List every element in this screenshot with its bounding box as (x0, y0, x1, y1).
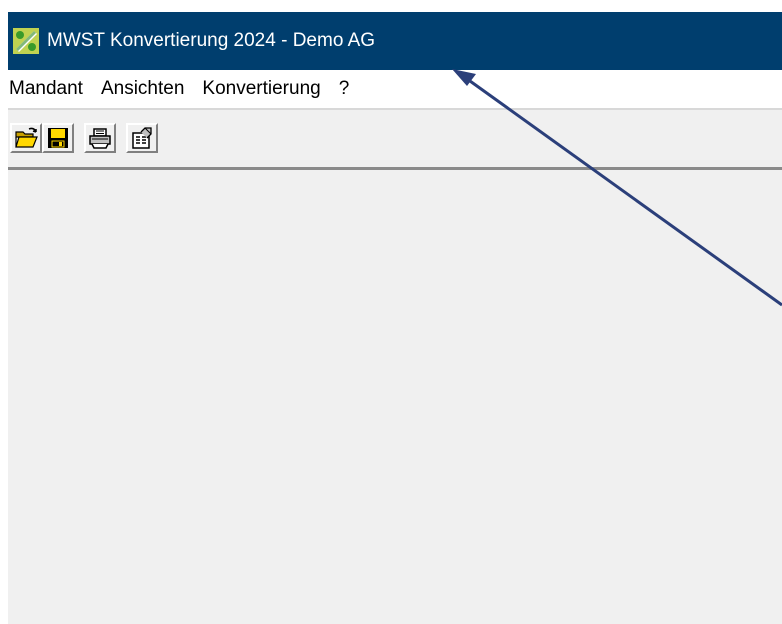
menu-item-help[interactable]: ? (338, 78, 351, 100)
save-button[interactable] (42, 123, 74, 153)
application-window: MWST Konvertierung 2024 - Demo AG Mandan… (8, 12, 782, 624)
window-title: MWST Konvertierung 2024 - Demo AG (47, 30, 376, 51)
save-icon (48, 128, 68, 148)
percent-icon (13, 28, 39, 54)
properties-icon (132, 127, 152, 149)
print-button[interactable] (84, 123, 116, 153)
menu-item-mandant[interactable]: Mandant (8, 78, 84, 100)
print-icon (89, 128, 111, 149)
open-folder-icon (15, 127, 38, 148)
workspace-area (8, 170, 782, 624)
menu-item-konvertierung[interactable]: Konvertierung (201, 78, 321, 100)
properties-button[interactable] (126, 123, 158, 153)
open-button[interactable] (10, 123, 42, 153)
menu-bar: Mandant Ansichten Konvertierung ? (8, 70, 782, 110)
title-bar[interactable]: MWST Konvertierung 2024 - Demo AG (8, 12, 782, 70)
menu-item-ansichten[interactable]: Ansichten (100, 78, 185, 100)
toolbar (8, 110, 782, 170)
